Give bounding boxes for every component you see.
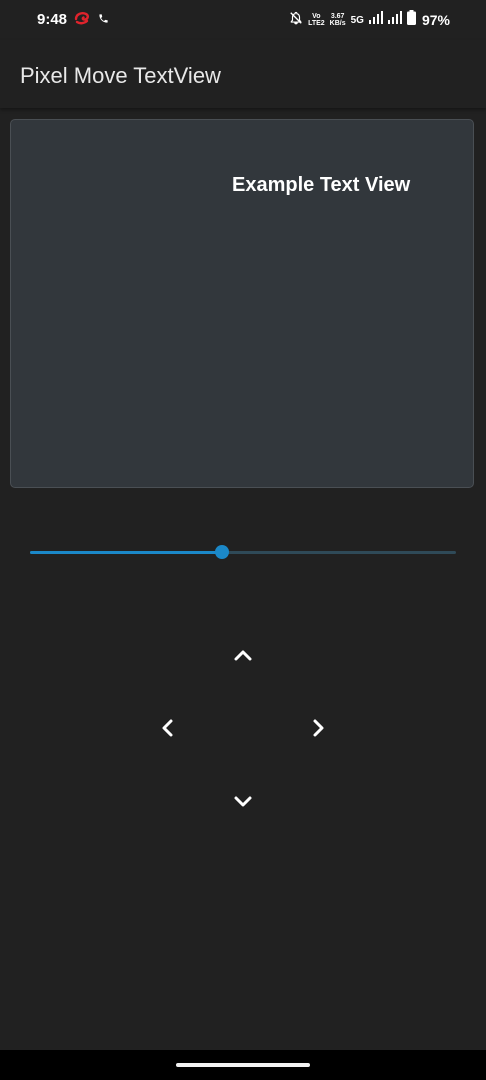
status-time: 9:48 [37,11,68,28]
signal-icon [368,11,383,29]
slider-thumb[interactable] [214,545,229,559]
move-down-button[interactable] [221,779,265,823]
carrier-logo-icon [74,10,90,31]
network-type-label: 5G [350,14,364,26]
preview-card: Example Text View [10,119,474,488]
status-left-icons [74,11,109,29]
phone-call-icon [98,11,109,29]
app-bar: Pixel Move TextView [0,40,486,108]
muted-bell-icon [289,11,303,30]
move-right-button[interactable] [296,706,340,750]
slider-fill [30,550,222,554]
navigation-bar [0,1050,486,1080]
chevron-right-icon [313,719,324,737]
app-title: Pixel Move TextView [20,63,221,88]
movable-text-view: Example Text View [232,174,411,196]
network-speed-value: 3.67 [330,13,345,20]
move-left-button[interactable] [146,706,190,750]
battery-percent: 97% [421,12,450,28]
chevron-left-icon [162,719,173,737]
chevron-down-icon [234,796,252,807]
volte-indicator: Vo LTE2 [308,13,325,27]
battery-icon [406,10,416,30]
position-slider[interactable] [30,540,456,564]
move-up-button[interactable] [221,634,265,678]
status-right-icons: Vo LTE2 3.67 KB/s 5G 97% [289,10,450,30]
chevron-up-icon [234,650,252,661]
volte-bottom-label: LTE2 [308,20,325,27]
network-speed: 3.67 KB/s [330,13,346,27]
screen: 9:48 Vo LTE2 3.67 KB/s 5G 97% Pixel Move… [0,0,486,1080]
status-bar: 9:48 Vo LTE2 3.67 KB/s 5G 97% [0,0,486,40]
volte-top-label: Vo [312,13,321,20]
home-gesture-handle[interactable] [176,1063,310,1067]
signal-icon [387,11,402,29]
network-speed-unit: KB/s [329,20,346,27]
